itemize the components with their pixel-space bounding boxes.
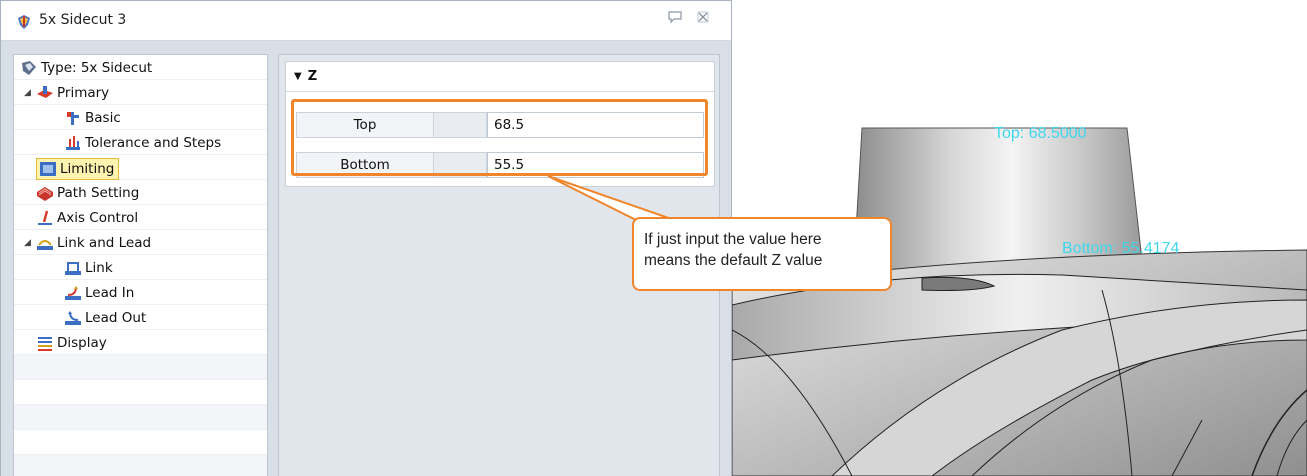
top-dimension-label: Top: 68.5000 (994, 125, 1087, 142)
close-icon[interactable] (693, 11, 713, 29)
tree-item-label: Primary (57, 85, 110, 101)
tree-item-label: Display (57, 335, 107, 351)
dialog-window: 5x Sidecut 3 Type: 5x Sidecut ◢ Primary … (0, 0, 732, 476)
tree-item-link[interactable]: Link (64, 257, 113, 279)
link-lead-icon (36, 234, 54, 252)
pin-icon[interactable] (665, 11, 685, 29)
tree-item-label: Basic (85, 110, 121, 126)
tree-item-lead-in[interactable]: Lead In (64, 282, 134, 304)
callout-line-1: If just input the value here (644, 231, 822, 248)
tree-item-label: Axis Control (57, 210, 139, 226)
tolerance-steps-icon (64, 134, 82, 152)
tree-item-label: Lead In (85, 285, 135, 301)
tree-item-display[interactable]: Display (36, 332, 107, 354)
tree-row-empty (14, 430, 267, 455)
tree-item-link-lead[interactable]: Link and Lead (36, 232, 151, 254)
tree-item-primary[interactable]: Primary (36, 82, 109, 104)
link-icon (64, 259, 82, 277)
lead-in-icon (64, 284, 82, 302)
tree-item-lead-out[interactable]: Lead Out (64, 307, 146, 329)
tree-item-label: Lead Out (85, 310, 147, 326)
callout-line-2: means the default Z value (644, 252, 823, 269)
annotation-callout: If just input the value here means the d… (632, 217, 892, 291)
tree-row-bg (14, 280, 267, 305)
5x-sidecut-icon (18, 15, 30, 29)
collapse-arrow-icon[interactable]: ◢ (24, 238, 31, 248)
limiting-icon (39, 160, 57, 178)
tree-item-tolerance-steps[interactable]: Tolerance and Steps (64, 132, 221, 154)
collapse-arrow-icon[interactable]: ◢ (24, 88, 31, 98)
tree-row-empty (14, 405, 267, 430)
z-section-header[interactable]: ▼ Z (286, 62, 714, 92)
sidecut-type-icon (20, 59, 38, 77)
bottom-dimension-label: Bottom: 55.4174 (1062, 240, 1180, 257)
window-title: 5x Sidecut 3 (39, 12, 127, 28)
operation-tree: Type: 5x Sidecut ◢ Primary Basic Toleran… (13, 54, 268, 476)
tree-item-limiting[interactable]: Limiting (36, 158, 120, 180)
tree-row-empty (14, 455, 267, 476)
collapse-triangle-icon: ▼ (294, 71, 302, 82)
tree-item-label: Type: 5x Sidecut (41, 60, 153, 76)
display-icon (36, 334, 54, 352)
lead-out-icon (64, 309, 82, 327)
primary-icon (36, 84, 54, 102)
tree-item-label: Tolerance and Steps (85, 135, 222, 151)
tree-row-empty (14, 380, 267, 405)
tree-item-label: Link and Lead (57, 235, 152, 251)
path-setting-icon (36, 184, 54, 202)
basic-icon (64, 109, 82, 127)
section-title: Z (307, 69, 318, 84)
tree-row-bg (14, 105, 267, 130)
tree-item-path-setting[interactable]: Path Setting (36, 182, 139, 204)
tree-item-axis-control[interactable]: Axis Control (36, 207, 138, 229)
tree-item-label: Limiting (60, 161, 115, 177)
tree-item-label: Link (85, 260, 113, 276)
highlight-box (291, 99, 708, 176)
tree-row-empty (14, 355, 267, 380)
title-bar[interactable]: 5x Sidecut 3 (1, 1, 731, 41)
axis-control-icon (36, 209, 54, 227)
tree-item-basic[interactable]: Basic (64, 107, 121, 129)
tree-row-bg (14, 255, 267, 280)
tree-item-type[interactable]: Type: 5x Sidecut (20, 57, 152, 79)
tree-item-label: Path Setting (57, 185, 140, 201)
